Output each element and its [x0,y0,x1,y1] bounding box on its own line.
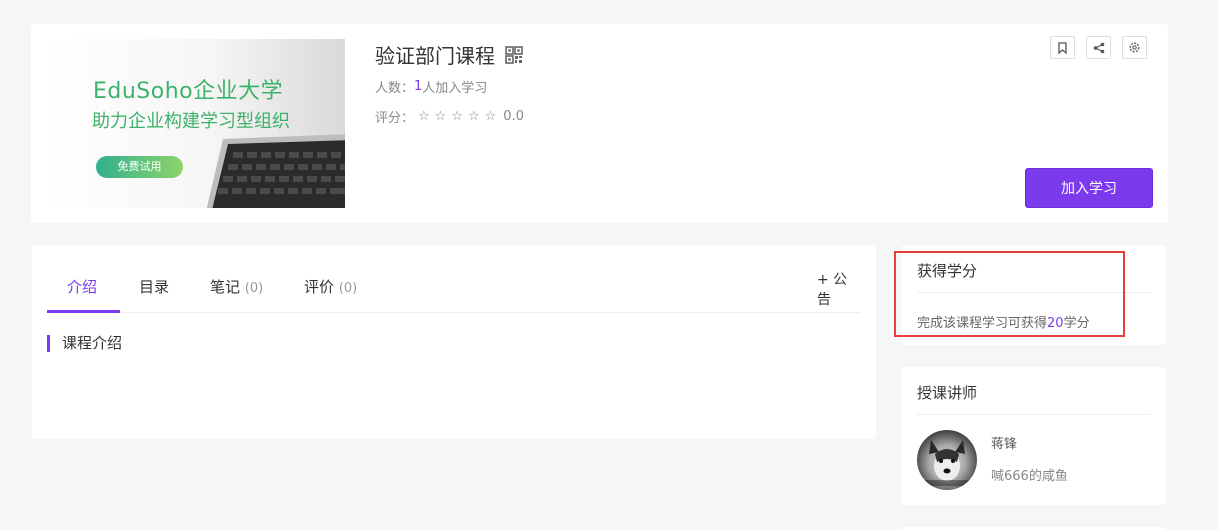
student-count-suffix: 人加入学习 [422,81,488,96]
tab-catalog-label: 目录 [139,278,170,296]
tab-catalog[interactable]: 目录 [139,276,169,297]
tab-reviews[interactable]: 评价 (0) [304,276,357,297]
join-course-button[interactable]: 加入学习 [1025,168,1153,208]
bookmark-icon [1058,41,1067,54]
course-tabs: 介绍 目录 笔记 (0) 评价 (0) + 公告 [47,245,860,313]
settings-icon [1129,42,1140,53]
tab-reviews-label: 评价 [304,278,335,296]
rating-label: 评分： [375,111,415,126]
tab-notes[interactable]: 笔记 (0) [210,276,263,297]
tab-notes-count: (0) [244,281,264,296]
teacher-avatar[interactable] [917,430,977,490]
bookmark-button[interactable] [1050,36,1075,59]
tab-notes-label: 笔记 [210,278,241,296]
teacher-name[interactable]: 蒋锋 [991,433,1017,452]
teacher-section-title: 授课讲师 [917,384,978,402]
course-title-text: 验证部门课程 [375,44,495,68]
tab-intro[interactable]: 介绍 [67,276,97,297]
tab-intro-label: 介绍 [67,278,98,296]
student-count-label: 人数： [375,81,415,96]
laptop-illustration [206,134,345,208]
course-content-card: 介绍 目录 笔记 (0) 评价 (0) + 公告 课程介绍 [32,245,876,439]
cover-headline: EduSoho企业大学 [93,79,284,104]
teacher-card: 授课讲师 蒋锋 喊666的咸鱼 [902,367,1166,505]
settings-button[interactable] [1122,36,1147,59]
share-icon [1093,42,1104,53]
rating-stars: ☆☆☆☆☆ [418,109,502,124]
qrcode-icon[interactable] [505,45,523,64]
course-cover-image[interactable]: EduSoho企业大学 助力企业构建学习型组织 免费试用 [45,39,345,208]
cover-subheadline: 助力企业构建学习型组织 [92,111,290,132]
course-title: 验证部门课程 [375,40,523,69]
student-count-row: 人数： 1 人加入学习 [375,77,487,96]
student-count-value: 1 [414,79,423,94]
rating-value: 0.0 [503,109,524,124]
rating-row: 评分： ☆☆☆☆☆ 0.0 [375,107,524,126]
highlight-box [894,251,1125,337]
intro-heading: 课程介绍 [47,335,122,352]
cover-trial-badge: 免费试用 [96,156,183,178]
course-header-card: EduSoho企业大学 助力企业构建学习型组织 免费试用 验证部门课程 人数： … [31,24,1168,223]
teacher-divider [917,414,1151,415]
notice-button[interactable]: + 公告 [817,269,860,309]
husky-avatar-image [925,440,969,486]
share-button[interactable] [1086,36,1111,59]
active-tab-indicator [47,310,120,313]
teacher-bio: 喊666的咸鱼 [991,469,1068,484]
tab-reviews-count: (0) [338,281,358,296]
